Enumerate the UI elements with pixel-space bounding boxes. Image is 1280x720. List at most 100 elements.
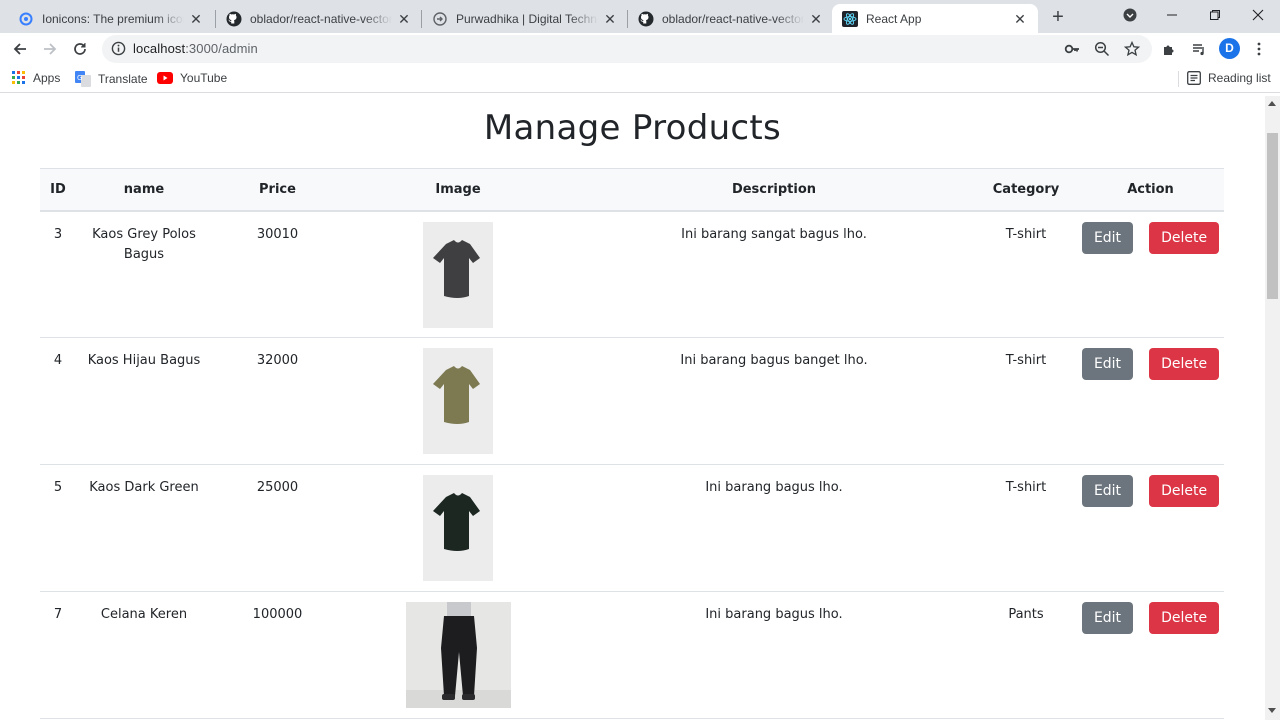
column-header-category: Category [975,168,1077,212]
column-header-name: name [76,168,212,212]
column-header-price: Price [212,168,343,212]
github-icon [638,11,654,27]
delete-button[interactable]: Delete [1149,475,1220,507]
table-header-row: ID name Price Image Description Category… [40,168,1224,212]
bookmark-star-icon[interactable] [1122,39,1142,59]
profile-avatar[interactable]: D [1219,38,1240,59]
extensions-icon[interactable] [1159,39,1179,59]
product-image-cell [343,591,573,719]
minimize-icon[interactable] [1150,0,1194,30]
product-id: 3 [40,210,76,338]
page-scrollbar[interactable] [1265,96,1280,720]
action-cell: Edit Delete [1077,337,1224,465]
product-price: 25000 [212,464,343,592]
close-icon[interactable]: ✕ [1012,11,1028,27]
action-cell: Edit Delete [1077,210,1224,338]
delete-button[interactable]: Delete [1149,348,1220,380]
reading-list-label: Reading list [1208,71,1271,85]
restore-icon[interactable] [1193,0,1237,30]
product-description: Ini barang bagus lho. [573,464,975,592]
olive-tshirt-image [423,348,493,454]
zoom-out-icon[interactable] [1092,39,1112,59]
close-icon[interactable]: ✕ [602,11,618,27]
action-cell: Edit Delete [1077,464,1224,592]
youtube-icon [157,72,173,84]
bookmark-youtube[interactable]: YouTube [157,71,227,85]
product-price: 100000 [212,591,343,719]
table-row: 3 Kaos Grey Polos Bagus 30010 Ini barang… [40,210,1224,338]
bookmark-apps[interactable]: Apps [12,71,60,85]
svg-text:G: G [77,74,82,82]
key-icon[interactable] [1062,39,1082,59]
bookmark-translate[interactable]: G Translate [75,71,148,87]
product-description: Ini barang bagus banget lho. [573,337,975,465]
grey-tshirt-image [423,221,493,328]
edit-button[interactable]: Edit [1081,348,1134,380]
react-icon [842,10,858,27]
translate-icon: G [75,71,91,87]
tab-title: Ionicons: The premium icon pack [42,11,184,26]
product-id: 7 [40,591,76,719]
tab-purwadhika[interactable]: Purwadhika | Digital Technology School ✕ [422,4,628,33]
reload-icon[interactable] [68,37,92,61]
product-category: Pants [975,591,1077,719]
column-header-action: Action [1077,168,1224,212]
close-icon[interactable]: ✕ [396,11,412,27]
ionicons-favicon [18,11,34,27]
column-header-description: Description [573,168,975,212]
column-header-id: ID [40,168,76,212]
back-arrow-icon[interactable] [8,37,32,61]
new-tab-button[interactable]: + [1046,6,1070,30]
close-icon[interactable]: ✕ [188,11,204,27]
tab-github-1[interactable]: oblador/react-native-vector-icons ✕ [216,4,422,33]
reading-list-icon [1187,71,1201,85]
tab-title: React App [866,11,922,26]
scroll-down-arrow-icon[interactable] [1268,708,1276,713]
edit-button[interactable]: Edit [1081,221,1134,254]
scroll-up-arrow-icon[interactable] [1268,101,1276,106]
tab-react-app[interactable]: React App ✕ [832,4,1038,33]
dark-green-tshirt-image [423,475,493,581]
window-close-icon[interactable] [1236,0,1280,30]
product-price: 32000 [212,337,343,465]
product-id: 4 [40,337,76,465]
github-icon [226,11,242,27]
delete-button[interactable]: Delete [1149,602,1220,634]
table-row: 7 Celana Keren 100000 Ini barang bagus l… [40,591,1224,719]
action-cell: Edit Delete [1077,591,1224,719]
tab-title: Purwadhika | Digital Technology School [456,11,598,26]
media-queue-icon[interactable] [1189,39,1209,59]
forward-arrow-icon[interactable] [38,37,62,61]
browser-toolbar: localhost:3000/admin [0,33,1280,65]
product-image-cell [343,210,573,338]
products-table: ID name Price Image Description Category… [40,168,1224,719]
tab-title: oblador/react-native-vector-icons [250,11,392,26]
bookmark-label: Translate [98,72,148,86]
edit-button[interactable]: Edit [1081,602,1134,634]
tab-github-2[interactable]: oblador/react-native-vector-icons ✕ [628,4,834,33]
delete-button[interactable]: Delete [1149,221,1220,254]
tab-search-icon[interactable] [1108,0,1152,30]
bookmark-label: Apps [33,71,61,85]
info-icon[interactable] [111,41,126,61]
scrollbar-thumb[interactable] [1267,133,1278,299]
apps-grid-icon [12,71,26,85]
close-icon[interactable]: ✕ [808,11,824,27]
address-bar[interactable]: localhost:3000/admin [102,35,1152,63]
url-text: localhost:3000/admin [133,41,258,56]
product-image-cell [343,337,573,465]
reading-list-button[interactable]: Reading list [1187,71,1271,85]
product-description: Ini barang sangat bagus lho. [573,210,975,338]
product-image-cell [343,464,573,592]
product-name: Celana Keren [76,591,212,719]
column-header-image: Image [343,168,573,212]
tab-ionicons[interactable]: Ionicons: The premium icon pack ✕ [8,4,214,33]
table-row: 5 Kaos Dark Green 25000 Ini barang bagus… [40,464,1224,592]
table-row: 4 Kaos Hijau Bagus 32000 Ini barang bagu… [40,337,1224,465]
edit-button[interactable]: Edit [1081,475,1134,507]
menu-kebab-icon[interactable] [1249,39,1269,59]
bookmarks-bar: Apps G Translate YouTube Reading list [0,65,1280,93]
product-id: 5 [40,464,76,592]
page-viewport: Manage Products ID name Price Image Desc… [0,96,1265,720]
product-name: Kaos Hijau Bagus [76,337,212,465]
